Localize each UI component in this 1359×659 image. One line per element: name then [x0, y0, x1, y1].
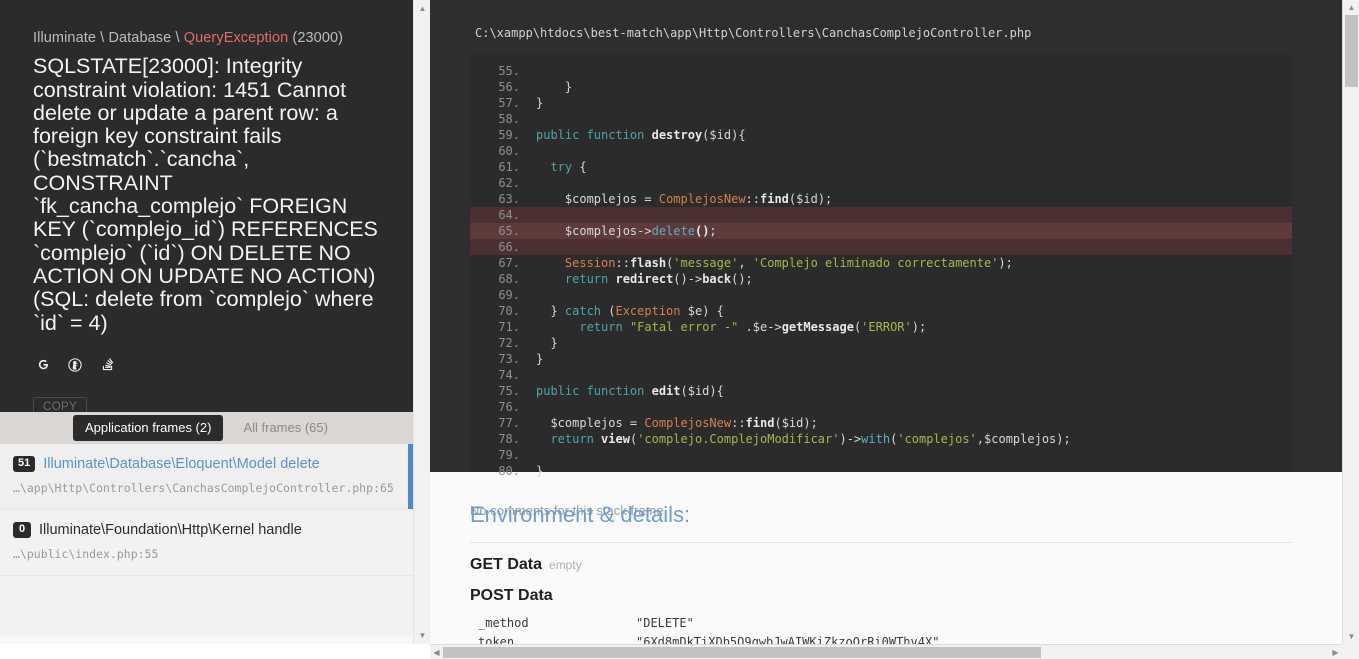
post-data-label: POST Data	[470, 587, 1292, 605]
code-line: 70. } catch (Exception $e) {	[498, 304, 724, 318]
code-line: 60.	[498, 144, 520, 158]
left-bottom-filler	[0, 644, 430, 659]
code-line: 67. Session::flash('message', 'Complejo …	[498, 256, 1013, 270]
scroll-up-icon[interactable]: ▲	[1343, 0, 1359, 15]
error-page: Illuminate \ Database \ QueryException (…	[0, 0, 1359, 659]
table-row: _method "DELETE"	[470, 614, 1292, 633]
tab-all-frames[interactable]: All frames (65)	[231, 415, 340, 441]
code-line: 74.	[498, 368, 520, 382]
post-value: "DELETE"	[636, 616, 694, 630]
source-code: 55. 56. } 57.} 58. 59. public function destro…	[470, 63, 1292, 479]
frame-file-path: …\public\index.php:55	[13, 547, 159, 561]
frame-item-51[interactable]: 51 Illuminate\Database\Eloquent\Model de…	[0, 444, 413, 510]
frame-code-section: C:\xampp\htdocs\best-match\app\Http\Cont…	[430, 0, 1342, 540]
post-value: "6Xd8mDkTiXDb5O9qwbJwAIWKiZkzoOrRi0WThv4…	[636, 635, 940, 644]
post-key: _method	[478, 616, 529, 630]
code-line: 78. return view('complejo.ComplejoModifi…	[498, 432, 1071, 446]
stackoverflow-search-icon[interactable]	[97, 355, 117, 375]
exception-message: SQLSTATE[23000]: Integrity constraint vi…	[33, 54, 378, 335]
frame-class-name: Illuminate\Database\Eloquent\Model delet…	[43, 456, 320, 472]
environment-title: Environment & details:	[470, 502, 1292, 543]
frame-title-row: 51 Illuminate\Database\Eloquent\Model de…	[13, 456, 397, 472]
frame-file-path: …\app\Http\Controllers\CanchasComplejoCo…	[13, 481, 394, 495]
page-horizontal-scrollbar[interactable]: ◀ ▶	[430, 644, 1359, 659]
google-search-icon[interactable]	[33, 355, 53, 375]
scrollbar-corner	[1342, 644, 1359, 659]
code-line: 57.}	[498, 96, 544, 110]
code-file-path: C:\xampp\htdocs\best-match\app\Http\Cont…	[475, 26, 1032, 40]
environment-section: Environment & details: GET Data empty PO…	[430, 472, 1342, 644]
code-line: 68. return redirect()->back();	[498, 272, 753, 286]
scroll-down-icon[interactable]: ▼	[1343, 629, 1359, 644]
copy-button[interactable]: COPY	[33, 396, 88, 412]
code-line: 62.	[498, 176, 520, 190]
code-block: 55. 56. } 57.} 58. 59. public function destro…	[470, 54, 1292, 489]
post-data-heading: POST Data	[470, 587, 553, 604]
scroll-down-icon[interactable]: ▼	[414, 627, 431, 644]
horizontal-scrollbar-thumb[interactable]	[443, 647, 1041, 658]
get-data-group: GET Data empty	[470, 556, 1292, 574]
scroll-left-icon[interactable]: ◀	[430, 645, 443, 659]
code-line: 79.	[498, 448, 520, 462]
get-data-heading: GET Data	[470, 556, 543, 573]
code-line: 77. $complejos = ComplejosNew::find($id)…	[498, 416, 818, 430]
exception-header: Illuminate \ Database \ QueryException (…	[0, 0, 413, 412]
post-data-table: _method "DELETE" token "6Xd8mDkTiXDb5O9q…	[470, 614, 1292, 644]
exception-code: (23000)	[292, 30, 344, 46]
code-line: 75. public function edit($id){	[498, 384, 724, 398]
code-line: 58.	[498, 112, 520, 126]
vertical-scrollbar-thumb[interactable]	[1345, 15, 1358, 87]
code-line: 66.	[470, 239, 1292, 255]
scroll-right-icon[interactable]: ▶	[1329, 645, 1342, 659]
frame-index-badge: 51	[13, 456, 36, 472]
get-data-empty-badge: empty	[549, 558, 582, 572]
left-panel-scrollbar[interactable]: ▲ ▼	[413, 0, 430, 644]
frames-list: 51 Illuminate\Database\Eloquent\Model de…	[0, 444, 413, 636]
code-line: 61. try {	[498, 160, 587, 174]
post-key: token	[478, 635, 515, 644]
exception-class-line: Illuminate \ Database \ QueryException (…	[33, 28, 383, 48]
right-panel: C:\xampp\htdocs\best-match\app\Http\Cont…	[430, 0, 1342, 644]
code-line: 71. return "Fatal error -" .$e->getMessa…	[498, 320, 927, 334]
search-links	[33, 355, 383, 375]
frame-item-0[interactable]: 0 Illuminate\Foundation\Http\Kernel hand…	[0, 510, 413, 576]
code-line: 59. public function destroy($id){	[498, 128, 746, 142]
exception-namespace: Illuminate \ Database \	[33, 30, 184, 46]
code-line: 72. }	[498, 336, 558, 350]
code-line: 55.	[498, 64, 520, 78]
frames-list-empty-space	[0, 576, 413, 636]
post-data-group: POST Data _method "DELETE" token "6Xd8mD…	[470, 587, 1292, 644]
frame-class-name: Illuminate\Foundation\Http\Kernel handle	[39, 522, 302, 538]
left-panel: Illuminate \ Database \ QueryException (…	[0, 0, 413, 644]
frame-title-row: 0 Illuminate\Foundation\Http\Kernel hand…	[13, 522, 397, 538]
scroll-up-icon[interactable]: ▲	[414, 0, 431, 17]
tab-application-frames[interactable]: Application frames (2)	[73, 415, 224, 441]
code-line: 64.	[470, 207, 1292, 223]
exception-short-name[interactable]: QueryException	[184, 30, 289, 46]
frames-tabs: Application frames (2) All frames (65)	[0, 412, 413, 444]
code-line: 73.}	[498, 352, 544, 366]
code-line-highlighted: 65. $complejos->delete();	[470, 223, 1292, 239]
duckduckgo-search-icon[interactable]	[65, 355, 85, 375]
get-data-label: GET Data empty	[470, 556, 1292, 574]
table-row: token "6Xd8mDkTiXDb5O9qwbJwAIWKiZkzoOrRi…	[470, 633, 1292, 644]
page-vertical-scrollbar[interactable]: ▲ ▼	[1342, 0, 1359, 644]
code-line: 56. }	[498, 80, 573, 94]
code-line: 63. $complejos = ComplejosNew::find($id)…	[498, 192, 833, 206]
frame-index-badge: 0	[13, 522, 31, 538]
code-line: 76.	[498, 400, 520, 414]
code-line: 69.	[498, 288, 520, 302]
